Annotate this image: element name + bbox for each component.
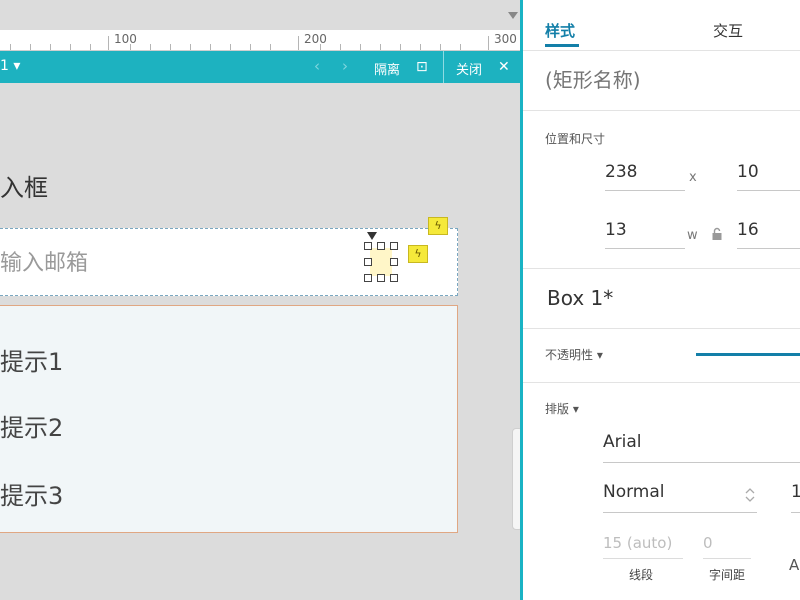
panel-state-dropdown[interactable]: 1 ▾ bbox=[0, 58, 20, 74]
horizontal-ruler: 100 200 300 bbox=[0, 30, 522, 51]
active-tab-indicator bbox=[545, 44, 579, 47]
height-input[interactable]: 16 bbox=[737, 220, 800, 249]
letter-spacing-label: 字间距 bbox=[709, 568, 746, 582]
x-axis-label: x bbox=[689, 170, 697, 185]
tab-style[interactable]: 样式 bbox=[545, 20, 575, 41]
hint-item-3[interactable]: 提示3 bbox=[0, 476, 63, 511]
letter-spacing-input[interactable]: 0 bbox=[703, 534, 751, 559]
isolate-button[interactable]: 隔离 bbox=[374, 59, 400, 78]
tab-interactions[interactable]: 交互 bbox=[713, 20, 743, 41]
typography-title[interactable]: 排版 ▾ bbox=[545, 400, 579, 417]
line-height-label: 线段 bbox=[629, 568, 654, 582]
x-input[interactable]: 238 bbox=[605, 162, 685, 191]
hint-item-2[interactable]: 提示2 bbox=[0, 408, 63, 443]
style-panel: 样式 交互 位置和尺寸 238 x 10 13 w 16 Box 1* 不透明性… bbox=[523, 0, 800, 600]
ruler-label-300: 300 bbox=[494, 32, 517, 46]
hint-dropdown-list: 提示1 提示2 提示3 bbox=[0, 305, 458, 533]
interaction-flag-icon[interactable]: ϟ bbox=[428, 217, 448, 235]
email-input[interactable] bbox=[0, 238, 360, 288]
interaction-flag-icon[interactable]: ϟ bbox=[408, 245, 428, 263]
next-state-icon[interactable]: › bbox=[342, 57, 348, 75]
width-input[interactable]: 13 bbox=[605, 220, 685, 249]
input-label-text: 入框 bbox=[0, 174, 48, 202]
opacity-slider[interactable] bbox=[696, 353, 800, 356]
close-icon[interactable]: ✕ bbox=[498, 59, 510, 75]
dynamic-panel-toolbar: 1 ▾ ‹ › 隔离 ⊡ 关闭 ✕ bbox=[0, 51, 522, 83]
hint-item-1[interactable]: 提示1 bbox=[0, 342, 63, 377]
font-weight-select[interactable]: Normal bbox=[603, 482, 757, 513]
shape-name-input[interactable] bbox=[545, 68, 785, 92]
y-input[interactable]: 10 bbox=[737, 162, 800, 191]
font-size-input[interactable]: 1 bbox=[791, 482, 800, 513]
line-height-input[interactable]: 15 (auto) bbox=[603, 534, 683, 559]
opacity-label[interactable]: 不透明性 ▾ bbox=[545, 346, 603, 363]
ruler-label-200: 200 bbox=[304, 32, 327, 46]
stepper-icon[interactable] bbox=[745, 486, 755, 508]
isolate-icon[interactable]: ⊡ bbox=[416, 59, 428, 75]
font-weight-value: Normal bbox=[603, 482, 665, 502]
close-button[interactable]: 关闭 bbox=[456, 59, 482, 78]
selected-widget[interactable] bbox=[364, 242, 398, 282]
lock-icon[interactable] bbox=[711, 226, 723, 245]
widget-name: Box 1* bbox=[547, 286, 614, 310]
prev-state-icon[interactable]: ‹ bbox=[314, 57, 320, 75]
position-size-title: 位置和尺寸 bbox=[545, 132, 606, 146]
design-canvas[interactable]: 100 200 300 1 ▾ ‹ › 隔离 ⊡ 关闭 ✕ 入框 ϟ ϟ 提示1… bbox=[0, 0, 522, 600]
caret-down-icon[interactable] bbox=[508, 12, 518, 19]
text-style-icon[interactable]: A bbox=[789, 556, 799, 574]
font-family-select[interactable]: Arial bbox=[603, 432, 800, 463]
rotate-handle-icon[interactable] bbox=[367, 232, 377, 240]
ruler-corner bbox=[0, 0, 522, 30]
width-label: w bbox=[687, 228, 698, 243]
ruler-label-100: 100 bbox=[114, 32, 137, 46]
